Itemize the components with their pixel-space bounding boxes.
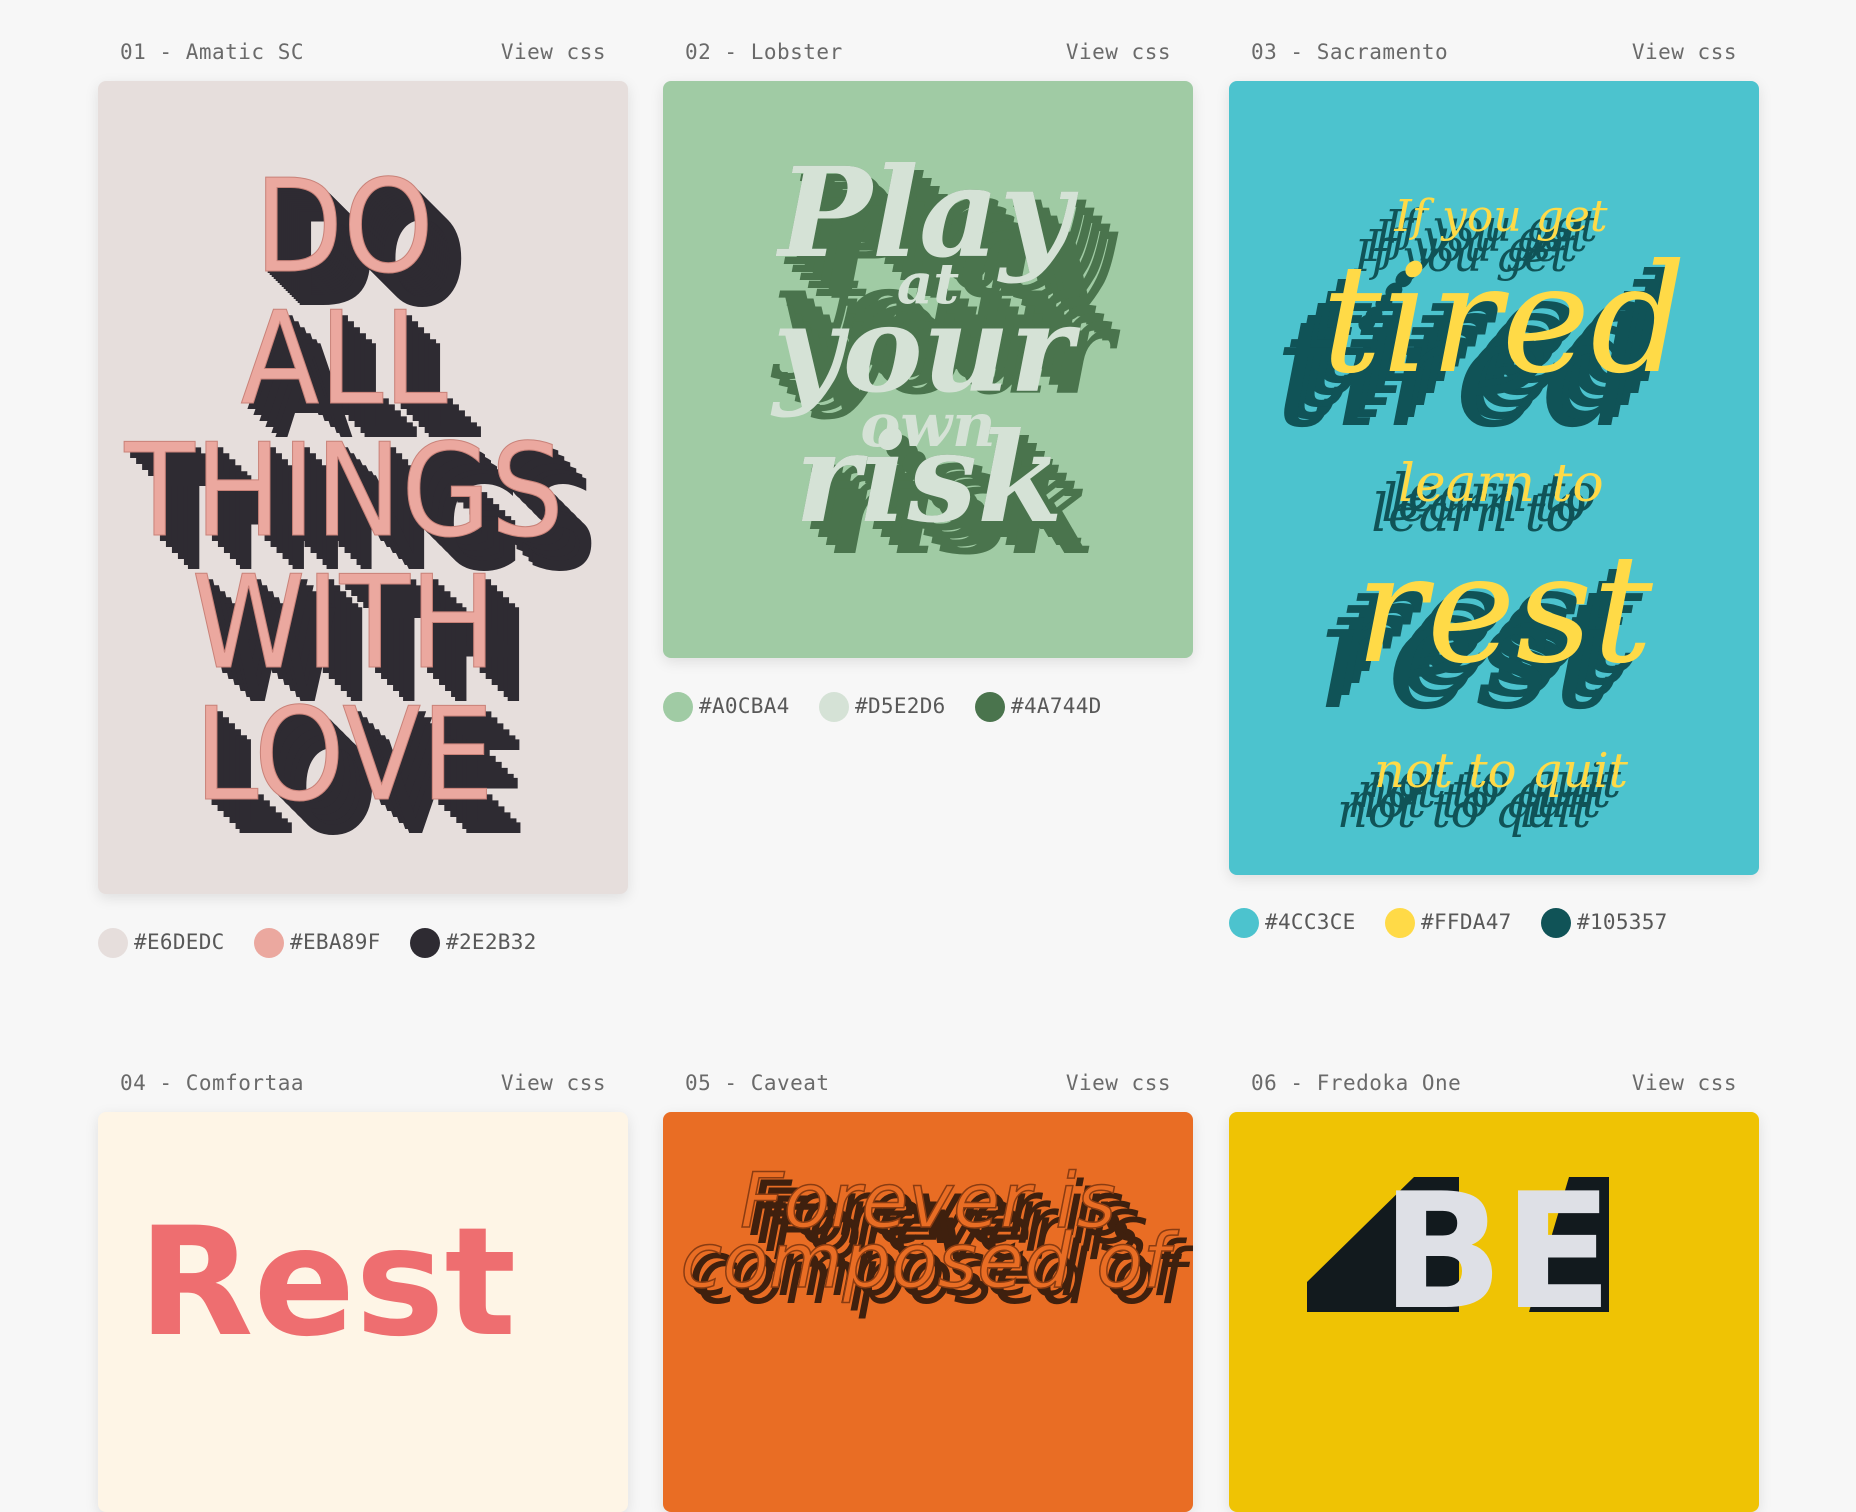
card-header: 02 - Lobster View css bbox=[663, 40, 1193, 80]
color-palette: #E6DEDC #EBA89F #2E2B32 bbox=[98, 926, 628, 960]
card-title: 06 - Fredoka One bbox=[1251, 1071, 1462, 1095]
poster-preview: Forever is Forever is Forever is Forever… bbox=[663, 1112, 1193, 1512]
poster-preview: DO DO DO DO DO DO DO DO DO DO DO DO DO D… bbox=[98, 81, 628, 894]
poster-line: Rest bbox=[138, 1196, 516, 1370]
poster-line: composed of bbox=[680, 1216, 1179, 1305]
poster-line: risk bbox=[795, 406, 1063, 551]
poster-line: BE bbox=[1381, 1158, 1612, 1345]
swatch-dot bbox=[98, 928, 128, 958]
view-css-link[interactable]: View css bbox=[1632, 1071, 1737, 1095]
card-header: 01 - Amatic SC View css bbox=[98, 40, 628, 80]
swatch-dot bbox=[254, 928, 284, 958]
swatch-dot bbox=[410, 928, 440, 958]
swatch-hex: #D5E2D6 bbox=[855, 694, 946, 718]
card-title: 02 - Lobster bbox=[685, 40, 843, 64]
poster-line: DO bbox=[254, 153, 433, 302]
view-css-link[interactable]: View css bbox=[1066, 1071, 1171, 1095]
swatch-dot bbox=[1229, 908, 1259, 938]
card-title: 04 - Comfortaa bbox=[120, 1071, 305, 1095]
color-palette: #4CC3CE #FFDA47 #105357 bbox=[1229, 906, 1759, 940]
poster-line: ALL bbox=[241, 285, 448, 434]
poster-line: tired bbox=[1322, 233, 1687, 407]
swatch-dot bbox=[1541, 908, 1571, 938]
poster-preview: Rest bbox=[98, 1112, 628, 1512]
poster-line: rest bbox=[1355, 523, 1653, 697]
swatch-hex: #EBA89F bbox=[290, 930, 381, 954]
swatch-hex: #4A744D bbox=[1011, 694, 1102, 718]
poster-line: WITH bbox=[192, 549, 497, 698]
card-header: 05 - Caveat View css bbox=[663, 1071, 1193, 1111]
swatch-dot bbox=[975, 692, 1005, 722]
poster-preview: If you get If you get If you get If you … bbox=[1229, 81, 1759, 875]
swatch-dot bbox=[1385, 908, 1415, 938]
poster-line: THINGS bbox=[123, 417, 563, 566]
poster-line: LOVE bbox=[194, 681, 493, 830]
color-palette: #A0CBA4 #D5E2D6 #4A744D bbox=[663, 690, 1193, 724]
poster-line: not to quit bbox=[1374, 743, 1629, 799]
swatch-hex: #105357 bbox=[1577, 910, 1668, 934]
card-header: 03 - Sacramento View css bbox=[1229, 40, 1759, 80]
swatch-hex: #FFDA47 bbox=[1421, 910, 1512, 934]
view-css-link[interactable]: View css bbox=[501, 1071, 606, 1095]
poster-preview: Play Play Play Play Play Play your your … bbox=[663, 81, 1193, 658]
card-title: 01 - Amatic SC bbox=[120, 40, 305, 64]
card-title: 03 - Sacramento bbox=[1251, 40, 1449, 64]
view-css-link[interactable]: View css bbox=[1066, 40, 1171, 64]
swatch-dot bbox=[663, 692, 693, 722]
swatch-hex: #4CC3CE bbox=[1265, 910, 1356, 934]
swatch-hex: #E6DEDC bbox=[134, 930, 225, 954]
card-title: 05 - Caveat bbox=[685, 1071, 830, 1095]
swatch-dot bbox=[819, 692, 849, 722]
poster-line: learn to bbox=[1398, 454, 1604, 514]
poster-preview: BE bbox=[1229, 1112, 1759, 1512]
view-css-link[interactable]: View css bbox=[1632, 40, 1737, 64]
view-css-link[interactable]: View css bbox=[501, 40, 606, 64]
card-header: 06 - Fredoka One View css bbox=[1229, 1071, 1759, 1111]
swatch-hex: #A0CBA4 bbox=[699, 694, 790, 718]
card-header: 04 - Comfortaa View css bbox=[98, 1071, 628, 1111]
swatch-hex: #2E2B32 bbox=[446, 930, 537, 954]
